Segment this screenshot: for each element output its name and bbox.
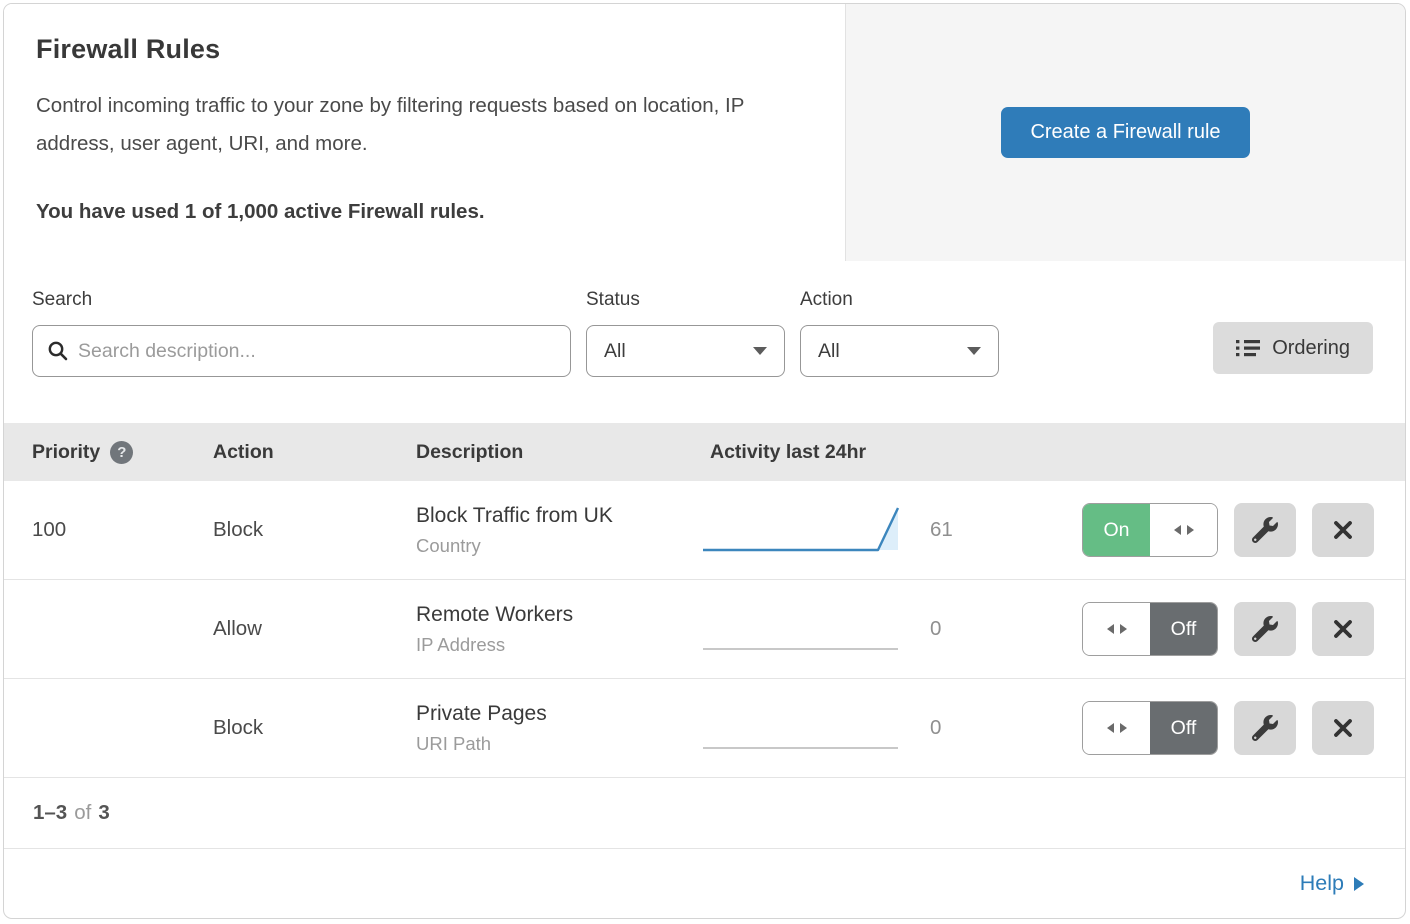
search-label: Search	[32, 289, 571, 311]
wrench-icon	[1252, 616, 1278, 642]
action-label: Action	[800, 289, 999, 311]
header-section: Firewall Rules Control incoming traffic …	[4, 4, 1405, 261]
rule-enabled-toggle[interactable]: On	[1082, 503, 1218, 557]
pagination-range: 1–3	[33, 801, 67, 825]
delete-rule-button[interactable]	[1312, 701, 1374, 755]
header-action-panel: Create a Firewall rule	[845, 4, 1405, 261]
usage-summary: You have used 1 of 1,000 active Firewall…	[36, 200, 813, 224]
pagination-of: of	[74, 801, 91, 825]
filter-bar: Search Status All Action All	[4, 261, 1405, 423]
chevron-down-icon	[753, 347, 767, 355]
activity-sparkline	[674, 697, 914, 760]
toggle-on-label: On	[1083, 504, 1150, 556]
table-row: Allow Remote Workers IP Address 0 Off	[4, 580, 1405, 679]
help-link-label: Help	[1300, 871, 1344, 896]
activity-count: 61	[914, 518, 1044, 542]
rule-enabled-toggle[interactable]: Off	[1082, 701, 1218, 755]
action-select[interactable]: All	[800, 325, 999, 377]
firewall-rules-card: Firewall Rules Control incoming traffic …	[3, 3, 1406, 919]
rule-description: Remote Workers	[416, 603, 674, 627]
list-ordering-icon	[1236, 338, 1260, 358]
search-icon	[47, 340, 69, 362]
column-description: Description	[388, 441, 674, 464]
rule-match-type: IP Address	[416, 634, 674, 656]
activity-count: 0	[914, 617, 1044, 641]
pagination: 1–3 of 3	[4, 778, 1405, 849]
chevron-right-icon	[1354, 877, 1364, 891]
table-row: 100 Block Block Traffic from UK Country …	[4, 481, 1405, 580]
status-select[interactable]: All	[586, 325, 785, 377]
chevron-down-icon	[967, 347, 981, 355]
page-description: Control incoming traffic to your zone by…	[36, 87, 808, 163]
pagination-total: 3	[98, 801, 109, 825]
activity-count: 0	[914, 716, 1044, 740]
search-input[interactable]	[78, 340, 556, 363]
activity-sparkline	[674, 499, 914, 562]
status-label: Status	[586, 289, 785, 311]
rule-match-type: Country	[416, 535, 674, 557]
create-firewall-rule-button[interactable]: Create a Firewall rule	[1001, 107, 1249, 158]
edit-rule-button[interactable]	[1234, 503, 1296, 557]
rule-description: Block Traffic from UK	[416, 504, 674, 528]
toggle-off-label: Off	[1150, 702, 1217, 754]
help-link[interactable]: Help	[1300, 871, 1364, 896]
status-select-value: All	[604, 340, 626, 363]
header-text-block: Firewall Rules Control incoming traffic …	[4, 4, 845, 261]
activity-sparkline	[674, 598, 914, 661]
search-box[interactable]	[32, 325, 571, 377]
column-action: Action	[184, 441, 388, 464]
rule-action: Block	[184, 716, 388, 740]
page-title: Firewall Rules	[36, 34, 813, 65]
close-icon	[1331, 617, 1355, 641]
toggle-off-label: Off	[1150, 603, 1217, 655]
toggle-handle-icon	[1083, 702, 1150, 754]
priority-help-icon[interactable]: ?	[110, 441, 133, 464]
table-row: Block Private Pages URI Path 0 Off	[4, 679, 1405, 778]
wrench-icon	[1252, 517, 1278, 543]
table-header: Priority ? Action Description Activity l…	[4, 423, 1405, 481]
help-row: Help	[4, 849, 1405, 918]
close-icon	[1331, 716, 1355, 740]
rule-priority: 100	[4, 518, 184, 542]
edit-rule-button[interactable]	[1234, 701, 1296, 755]
toggle-handle-icon	[1083, 603, 1150, 655]
edit-rule-button[interactable]	[1234, 602, 1296, 656]
rule-action: Block	[184, 518, 388, 542]
rule-enabled-toggle[interactable]: Off	[1082, 602, 1218, 656]
delete-rule-button[interactable]	[1312, 503, 1374, 557]
ordering-button[interactable]: Ordering	[1213, 322, 1373, 374]
close-icon	[1331, 518, 1355, 542]
rule-match-type: URI Path	[416, 733, 674, 755]
action-select-value: All	[818, 340, 840, 363]
delete-rule-button[interactable]	[1312, 602, 1374, 656]
rule-action: Allow	[184, 617, 388, 641]
rule-description: Private Pages	[416, 702, 674, 726]
column-priority: Priority	[32, 441, 100, 464]
ordering-button-label: Ordering	[1272, 337, 1350, 360]
column-activity: Activity last 24hr	[674, 441, 866, 464]
wrench-icon	[1252, 715, 1278, 741]
toggle-handle-icon	[1150, 504, 1217, 556]
